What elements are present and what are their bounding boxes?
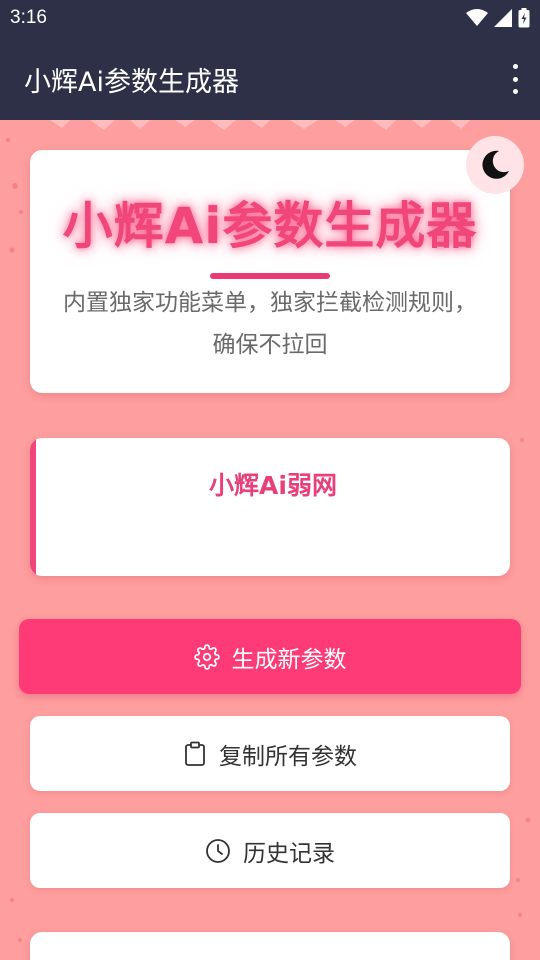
app-bar: 小辉Ai参数生成器 [0,36,540,120]
gear-icon [193,643,220,670]
card-accent-bar [30,438,36,576]
wifi-icon [466,9,488,26]
generate-label: 生成新参数 [231,646,347,673]
copy-all-label: 复制所有参数 [219,743,357,770]
theme-toggle-button[interactable] [466,136,524,194]
weak-network-title: 小辉Ai弱网 [209,471,337,500]
clock-icon [206,838,230,863]
more-vert-icon[interactable] [508,64,522,94]
history-button[interactable]: 历史记录 [30,813,510,888]
partial-card [30,932,510,960]
status-icons [466,8,530,28]
history-label: 历史记录 [243,840,335,867]
status-bar: 3:16 [0,0,540,36]
hero-description: 内置独家功能菜单，独家拦截检测规则，确保不拉回 [63,290,477,358]
app-title: 小辉Ai参数生成器 [24,67,239,98]
battery-icon [518,8,530,28]
hero-title: 小辉Ai参数生成器 [62,197,478,255]
weak-network-card[interactable]: 小辉Ai弱网 [30,438,510,576]
hero-card: 小辉Ai参数生成器 内置独家功能菜单，独家拦截检测规则，确保不拉回 [30,150,510,393]
copy-all-button[interactable]: 复制所有参数 [30,716,510,791]
title-underline [210,273,330,279]
signal-icon [494,9,512,27]
status-time: 3:16 [10,7,47,28]
clipboard-icon [185,741,205,766]
generate-button[interactable]: 生成新参数 [19,619,521,694]
moon-icon [482,150,509,179]
